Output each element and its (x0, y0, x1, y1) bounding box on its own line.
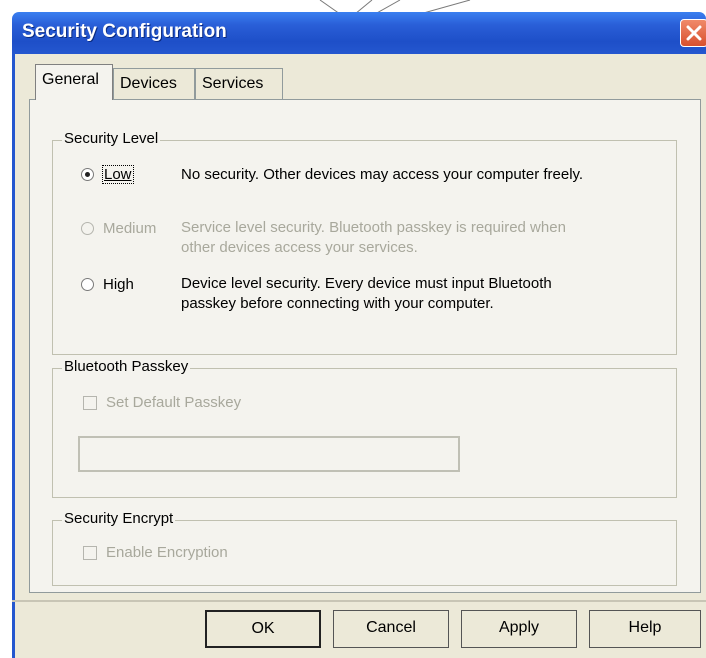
radio-high[interactable] (81, 278, 94, 291)
ok-button[interactable]: OK (205, 610, 321, 648)
radio-medium[interactable] (81, 222, 94, 235)
security-encrypt-label: Security Encrypt (62, 510, 176, 527)
tab-general[interactable]: General (35, 64, 113, 100)
passkey-input[interactable] (78, 436, 460, 472)
dialog-body: Security Level Low No security. Other de… (12, 54, 706, 658)
radio-low[interactable] (81, 168, 94, 181)
medium-label[interactable]: Medium (103, 220, 156, 237)
window-title: Security Configuration (22, 21, 227, 42)
bluetooth-passkey-label: Bluetooth Passkey (62, 358, 191, 375)
medium-description-line1: Service level security. Bluetooth passke… (181, 219, 566, 236)
close-icon (686, 25, 702, 41)
title-bar[interactable]: Security Configuration (12, 12, 706, 54)
high-label[interactable]: High (103, 276, 134, 293)
button-separator (12, 600, 706, 602)
enable-encryption-checkbox[interactable] (83, 546, 97, 560)
tab-panel-general: Security Level Low No security. Other de… (29, 99, 701, 593)
tab-devices[interactable]: Devices (113, 68, 195, 99)
enable-encryption-label[interactable]: Enable Encryption (106, 544, 228, 561)
security-level-label: Security Level (62, 130, 161, 147)
set-default-passkey-label[interactable]: Set Default Passkey (106, 394, 241, 411)
low-label[interactable]: Low (102, 165, 134, 184)
high-description-line2: passkey before connecting with your comp… (181, 295, 494, 312)
tab-services[interactable]: Services (195, 68, 283, 99)
apply-button[interactable]: Apply (461, 610, 577, 648)
bluetooth-passkey-group (52, 368, 677, 498)
cancel-button[interactable]: Cancel (333, 610, 449, 648)
medium-description-line2: other devices access your services. (181, 239, 418, 256)
low-description: No security. Other devices may access yo… (181, 166, 584, 183)
high-description-line1: Device level security. Every device must… (181, 275, 552, 292)
close-button[interactable] (680, 19, 706, 47)
help-button[interactable]: Help (589, 610, 701, 648)
set-default-passkey-checkbox[interactable] (83, 396, 97, 410)
